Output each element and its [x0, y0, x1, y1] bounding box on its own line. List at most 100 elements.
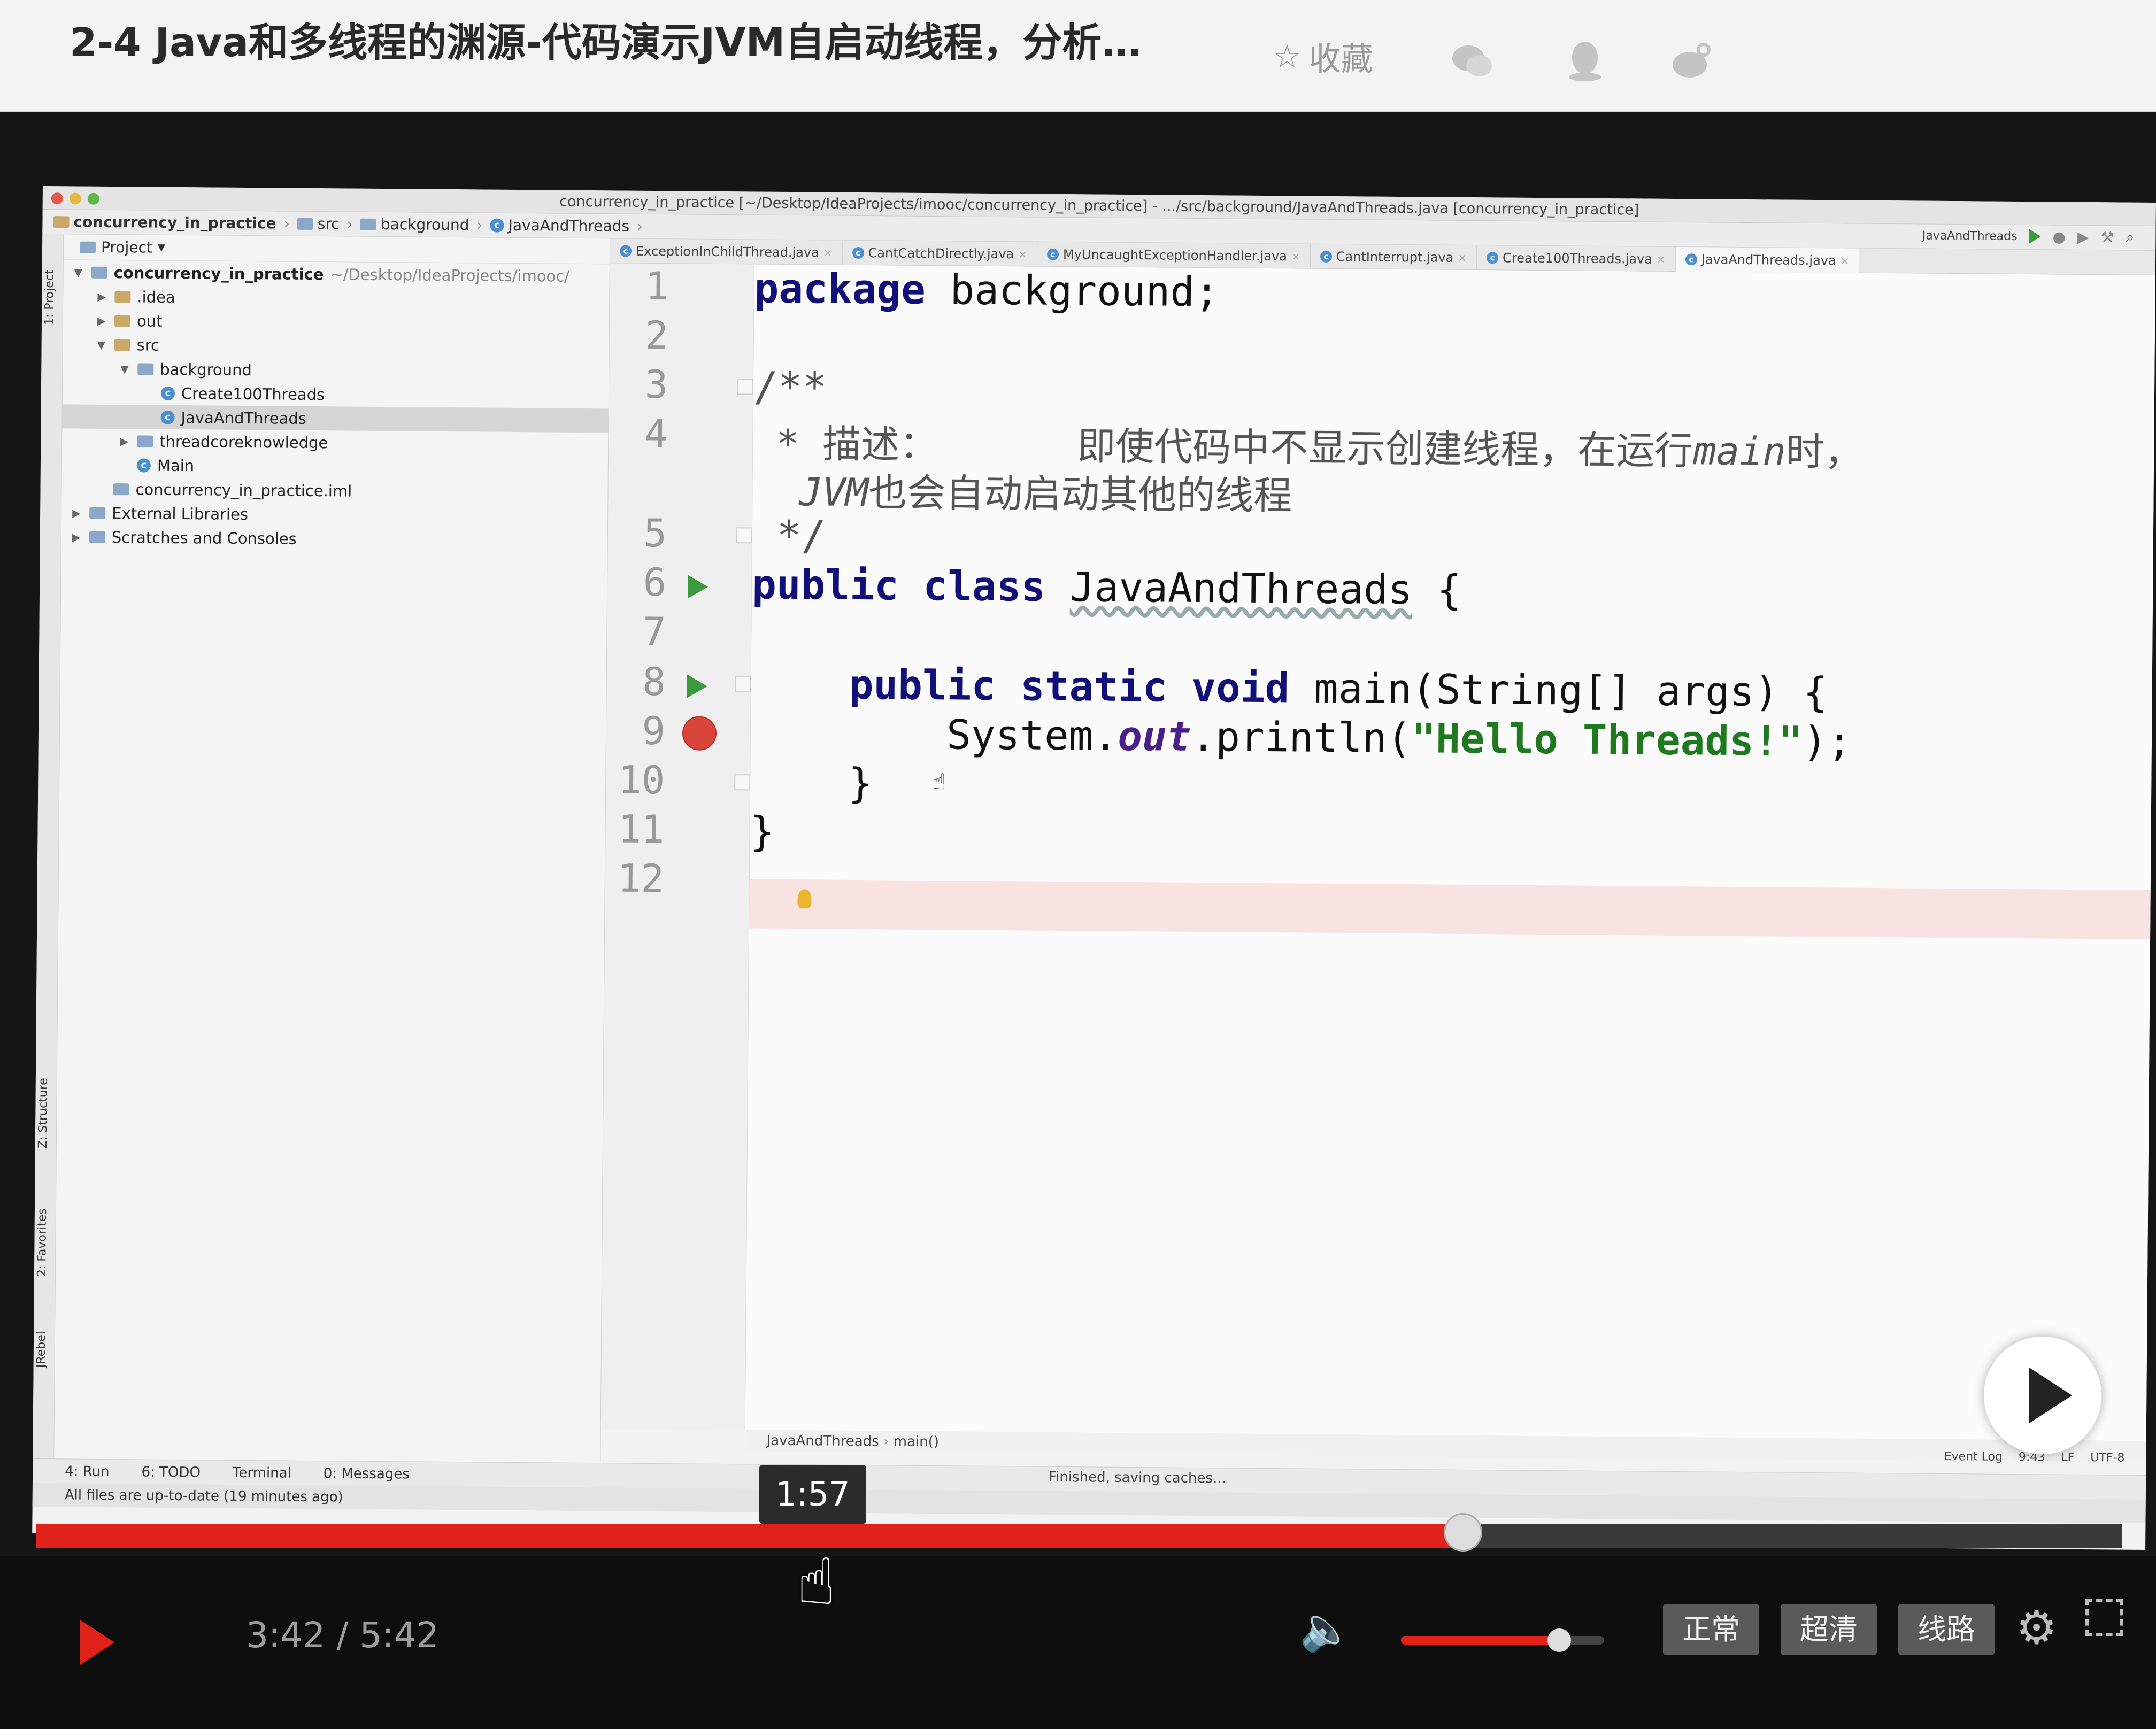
chevron-down-icon[interactable]: ▼: [120, 362, 131, 375]
debug-icon[interactable]: ●: [2052, 228, 2066, 245]
quality-button[interactable]: 超清: [1781, 1604, 1877, 1655]
package-icon: [137, 363, 153, 375]
module-icon: [91, 266, 107, 278]
chevron-right-icon[interactable]: ▶: [97, 314, 108, 327]
overlay-play-button[interactable]: [1984, 1337, 2101, 1454]
fold-marker-icon[interactable]: [736, 527, 752, 543]
chevron-right-icon[interactable]: ▶: [120, 435, 130, 447]
line-number: 8: [606, 659, 666, 704]
tree-item[interactable]: ▶.idea: [63, 284, 609, 312]
run-icon[interactable]: [2029, 229, 2040, 244]
fold-marker-icon[interactable]: [735, 676, 751, 692]
gear-icon[interactable]: ⚙: [2016, 1601, 2057, 1655]
code-editor[interactable]: package background; /** * 描述： 即使代码中不显示创建…: [745, 264, 2155, 1441]
breadcrumb-project[interactable]: concurrency_in_practice: [53, 213, 276, 232]
play-button[interactable]: [80, 1620, 114, 1665]
editor-tab[interactable]: cCantInterrupt.java×: [1311, 244, 1477, 269]
speed-button[interactable]: 正常: [1663, 1604, 1759, 1655]
progress-bar[interactable]: [36, 1524, 2122, 1548]
coverage-icon[interactable]: ▶: [2077, 228, 2089, 245]
weibo-icon[interactable]: [1668, 37, 1715, 84]
code-line-5: */: [752, 511, 826, 559]
chevron-right-icon[interactable]: ▶: [72, 506, 83, 519]
volume-icon[interactable]: 🔈: [1299, 1604, 1353, 1654]
tree-item[interactable]: cJavaAndThreads: [62, 404, 608, 433]
video-frame: concurrency_in_practice [~/Desktop/IdeaP…: [32, 186, 2156, 1550]
run-gutter-icon[interactable]: [688, 575, 708, 598]
breadcrumb-class[interactable]: cJavaAndThreads: [490, 217, 630, 235]
breadcrumb-src[interactable]: src: [297, 215, 340, 233]
tree-item[interactable]: ▼background: [63, 356, 609, 384]
project-tool-tab[interactable]: 1: Project: [43, 269, 57, 325]
editor-breadcrumb-class[interactable]: JavaAndThreads: [766, 1433, 879, 1450]
editor-tab[interactable]: cMyUncaughtExceptionHandler.java×: [1037, 242, 1311, 268]
messages-tool-button[interactable]: 0: Messages: [324, 1465, 410, 1482]
line-separator[interactable]: LF: [2061, 1451, 2074, 1464]
folder-icon: [114, 339, 130, 351]
fullscreen-icon[interactable]: [2085, 1599, 2123, 1636]
lightbulb-icon[interactable]: [797, 889, 811, 908]
file-encoding[interactable]: UTF-8: [2090, 1451, 2124, 1465]
progress-handle[interactable]: [1444, 1513, 1482, 1552]
close-tab-icon[interactable]: ×: [1657, 252, 1666, 265]
tree-item[interactable]: cMain: [62, 452, 608, 481]
tree-item[interactable]: ▼src: [63, 332, 609, 360]
breakpoint-icon[interactable]: [682, 716, 717, 751]
code-line-11: }: [750, 807, 774, 855]
close-tab-icon[interactable]: ×: [1841, 254, 1850, 267]
terminal-tool-button[interactable]: Terminal: [233, 1464, 291, 1481]
tree-item-label: threadcoreknowledge: [159, 432, 328, 451]
run-gutter-icon[interactable]: [687, 674, 707, 698]
qq-icon[interactable]: [1561, 37, 1608, 84]
class-icon: c: [620, 245, 632, 257]
close-window-icon: [51, 192, 63, 204]
editor-tab-label: JavaAndThreads.java: [1701, 252, 1836, 268]
star-icon: ☆: [1273, 38, 1302, 75]
tree-item[interactable]: cCreate100Threads: [63, 380, 609, 408]
chevron-right-icon[interactable]: ▶: [97, 290, 108, 303]
line-number: 9: [606, 708, 666, 753]
editor-breadcrumb-method[interactable]: main(): [894, 1434, 939, 1450]
editor-tab[interactable]: cCreate100Threads.java×: [1477, 245, 1676, 272]
video-player[interactable]: concurrency_in_practice [~/Desktop/IdeaP…: [0, 112, 2156, 1617]
volume-handle[interactable]: [1547, 1628, 1571, 1652]
todo-tool-button[interactable]: 6: TODO: [141, 1464, 201, 1480]
favorites-tool-tab[interactable]: 2: Favorites: [35, 1208, 49, 1277]
project-panel-header[interactable]: Project ▼: [64, 234, 610, 264]
tree-item[interactable]: ▶Scratches and Consoles: [61, 524, 607, 553]
breadcrumb-package[interactable]: background: [360, 215, 469, 234]
run-tool-button[interactable]: 4: Run: [65, 1463, 110, 1480]
chevron-down-icon[interactable]: ▼: [74, 266, 85, 279]
tree-item[interactable]: ▶External Libraries: [61, 500, 607, 529]
jrebel-tool-tab[interactable]: JRebel: [35, 1331, 49, 1368]
close-tab-icon[interactable]: ×: [823, 246, 833, 259]
time-display: 3:42 / 5:42: [246, 1615, 439, 1656]
structure-tool-tab[interactable]: Z: Structure: [36, 1078, 50, 1148]
event-log-button[interactable]: Event Log: [1944, 1450, 2003, 1464]
folder-icon: [114, 315, 130, 327]
close-tab-icon[interactable]: ×: [1291, 250, 1300, 263]
tree-item[interactable]: ▶ threadcoreknowledge: [62, 428, 608, 457]
collect-button[interactable]: ☆ 收藏: [1273, 33, 1373, 80]
tree-item[interactable]: ▶out: [63, 308, 609, 336]
volume-slider[interactable]: [1401, 1636, 1604, 1645]
build-icon[interactable]: ⚒: [2100, 228, 2114, 246]
chevron-right-icon[interactable]: ▶: [72, 530, 83, 543]
wechat-icon[interactable]: [1449, 37, 1496, 84]
editor-tab[interactable]: cExceptionInChildThread.java×: [610, 238, 843, 265]
search-icon[interactable]: ⌕: [2126, 228, 2135, 246]
fold-marker-icon[interactable]: [737, 379, 753, 395]
chevron-down-icon[interactable]: ▼: [97, 338, 108, 351]
tree-item[interactable]: concurrency_in_practice.iml: [61, 476, 607, 505]
editor-tab[interactable]: cCantCatchDirectly.java×: [842, 240, 1037, 266]
class-icon: c: [161, 386, 175, 400]
tree-item[interactable]: ▼concurrency_in_practice~/Desktop/IdeaPr…: [64, 260, 610, 288]
code-line-8: public static void main(String[] args) {: [751, 660, 1828, 716]
route-button[interactable]: 线路: [1898, 1604, 1995, 1655]
editor-tab[interactable]: cJavaAndThreads.java×: [1676, 246, 1860, 273]
editor-tab-label: MyUncaughtExceptionHandler.java: [1063, 246, 1287, 263]
run-config-select[interactable]: JavaAndThreads: [1922, 229, 2018, 243]
close-tab-icon[interactable]: ×: [1018, 248, 1027, 260]
close-tab-icon[interactable]: ×: [1458, 251, 1467, 264]
fold-marker-icon[interactable]: [734, 774, 750, 790]
